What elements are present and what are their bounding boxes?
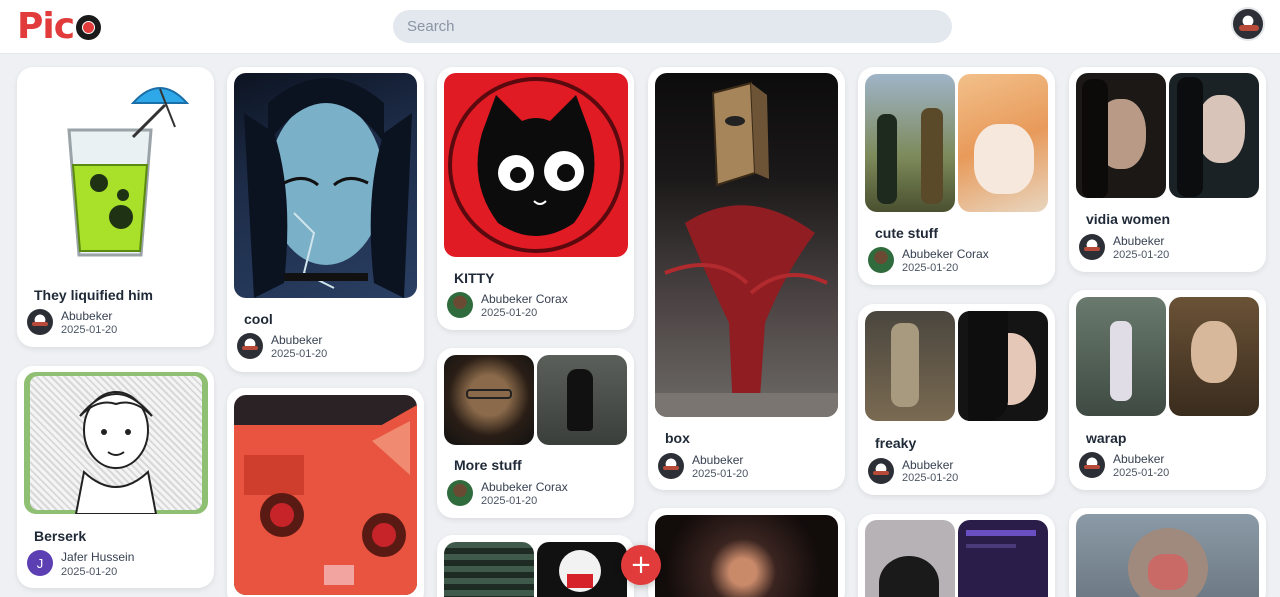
pin-date: 2025-01-20	[61, 566, 118, 578]
author-name[interactable]: Abubeker	[271, 333, 322, 347]
pin-title[interactable]: box	[665, 430, 690, 446]
pin-card-vidia-women[interactable]: vidia women Abubeker 2025-01-20	[1069, 67, 1266, 272]
author-avatar[interactable]	[868, 458, 894, 484]
pin-image-right[interactable]	[958, 520, 1048, 597]
pin-title[interactable]: cute stuff	[875, 225, 938, 241]
pin-title[interactable]: KITTY	[454, 270, 494, 286]
pin-image-left[interactable]	[444, 355, 534, 445]
pin-image[interactable]	[234, 395, 417, 595]
pico-logo[interactable]: Pic	[17, 6, 102, 47]
pin-image[interactable]	[24, 372, 208, 514]
pin-card-liquified[interactable]: They liquified him Abubeker 2025-01-20	[17, 67, 214, 347]
pin-image-right[interactable]	[537, 355, 627, 445]
pin-title[interactable]: They liquified him	[34, 287, 153, 303]
pin-image[interactable]	[444, 73, 628, 257]
pin-image-right[interactable]	[958, 311, 1048, 421]
pin-image-left[interactable]	[444, 542, 534, 597]
pin-card-freaky[interactable]: freaky Abubeker 2025-01-20	[858, 304, 1055, 495]
pin-title[interactable]: vidia women	[1086, 211, 1170, 227]
author-name[interactable]: Abubeker	[1113, 452, 1164, 466]
pin-title[interactable]: Berserk	[34, 528, 86, 544]
search-input[interactable]	[393, 10, 952, 43]
author-avatar[interactable]	[868, 247, 894, 273]
pin-image-right[interactable]	[537, 542, 627, 597]
author-avatar[interactable]	[1079, 452, 1105, 478]
pixel-cat-icon	[234, 405, 417, 595]
pin-title[interactable]: freaky	[875, 435, 916, 451]
pin-image[interactable]	[234, 73, 417, 298]
pin-date: 2025-01-20	[902, 472, 959, 484]
pin-card-cute-stuff[interactable]: cute stuff Abubeker Corax 2025-01-20	[858, 67, 1055, 285]
pin-image-left[interactable]	[865, 311, 955, 421]
author-name[interactable]: Abubeker Corax	[481, 480, 568, 494]
pin-date: 2025-01-20	[481, 495, 538, 507]
author-name[interactable]: Abubeker	[1113, 234, 1164, 248]
pin-card-box[interactable]: box Abubeker 2025-01-20	[648, 67, 845, 490]
pin-title[interactable]: cool	[244, 311, 273, 327]
logo-o-icon	[76, 14, 102, 40]
add-pin-button[interactable]: +	[621, 545, 661, 585]
pin-card-col4-bottom[interactable]	[648, 508, 845, 597]
pin-card-col3-bottom[interactable]	[437, 535, 634, 597]
pin-image-left[interactable]	[1076, 297, 1166, 416]
author-avatar[interactable]	[447, 292, 473, 318]
top-bar: Pic	[0, 0, 1280, 54]
pin-title[interactable]: More stuff	[454, 457, 522, 473]
pin-image-left[interactable]	[1076, 73, 1166, 198]
manga-face-icon	[74, 391, 158, 514]
pin-card-kitty[interactable]: KITTY Abubeker Corax 2025-01-20	[437, 67, 634, 330]
author-avatar[interactable]	[447, 480, 473, 506]
anime-face-icon	[244, 78, 412, 298]
surreal-tree-icon	[655, 81, 838, 417]
pin-image-left[interactable]	[865, 520, 955, 597]
author-avatar[interactable]	[658, 453, 684, 479]
pin-image-right[interactable]	[1169, 297, 1259, 416]
author-name[interactable]: Abubeker	[692, 453, 743, 467]
pin-image-right[interactable]	[958, 74, 1048, 212]
author-avatar[interactable]	[237, 333, 263, 359]
pin-date: 2025-01-20	[481, 307, 538, 319]
logo-text: Pic	[17, 6, 75, 47]
pin-title[interactable]: warap	[1086, 430, 1126, 446]
black-cat-icon	[448, 77, 624, 253]
pin-card-red-cat[interactable]	[227, 388, 424, 597]
pin-date: 2025-01-20	[1113, 467, 1170, 479]
author-name[interactable]: Jafer Hussein	[61, 550, 134, 564]
author-name[interactable]: Abubeker Corax	[902, 247, 989, 261]
pin-card-more-stuff[interactable]: More stuff Abubeker Corax 2025-01-20	[437, 348, 634, 518]
pin-image-right[interactable]	[1169, 73, 1259, 198]
pin-date: 2025-01-20	[61, 324, 118, 336]
pin-date: 2025-01-20	[902, 262, 959, 274]
pin-image[interactable]	[655, 73, 838, 417]
pin-card-col6-bottom[interactable]	[1069, 508, 1266, 597]
user-avatar[interactable]	[1231, 7, 1265, 41]
pin-date: 2025-01-20	[271, 348, 328, 360]
lemonade-pixel-art-icon	[67, 87, 190, 257]
pin-card-col5-bottom[interactable]	[858, 514, 1055, 597]
pin-date: 2025-01-20	[1113, 249, 1170, 261]
pin-image[interactable]	[25, 75, 206, 271]
pin-image-left[interactable]	[865, 74, 955, 212]
pin-card-cool[interactable]: cool Abubeker 2025-01-20	[227, 67, 424, 372]
author-name[interactable]: Abubeker	[61, 309, 112, 323]
pin-date: 2025-01-20	[692, 468, 749, 480]
pin-card-warap[interactable]: warap Abubeker 2025-01-20	[1069, 290, 1266, 490]
author-name[interactable]: Abubeker	[902, 458, 953, 472]
pin-image[interactable]	[655, 515, 838, 597]
author-avatar[interactable]	[27, 309, 53, 335]
author-avatar[interactable]: J	[27, 550, 53, 576]
author-avatar[interactable]	[1079, 234, 1105, 260]
pin-card-berserk[interactable]: Berserk J Jafer Hussein 2025-01-20	[17, 366, 214, 588]
author-name[interactable]: Abubeker Corax	[481, 292, 568, 306]
pin-image[interactable]	[1076, 514, 1259, 597]
